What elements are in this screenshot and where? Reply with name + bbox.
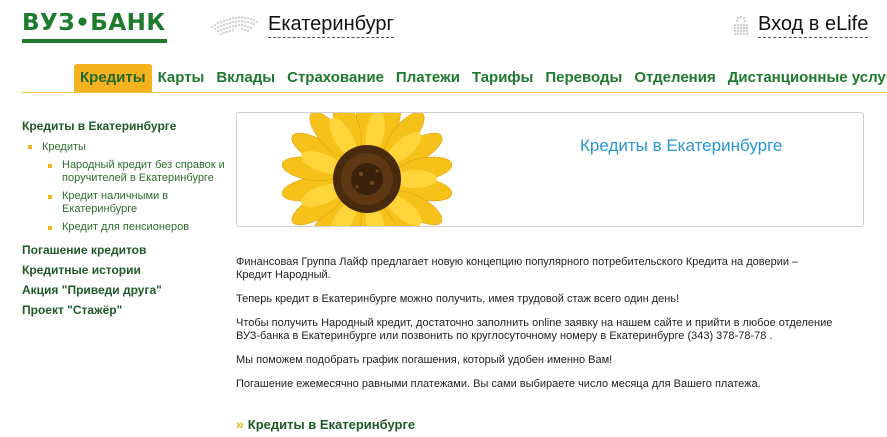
sidebar-item-credits[interactable]: Кредиты	[22, 140, 232, 154]
sidebar-link-credit-histories[interactable]: Кредитные истории	[22, 263, 232, 278]
nav-item-insurance[interactable]: Страхование	[281, 64, 390, 92]
bullet-icon	[48, 226, 52, 230]
sidebar-subitem-people-credit[interactable]: Народный кредит без справок и поручителе…	[22, 159, 232, 185]
article-content: Финансовая Группа Лайф предлагает новую …	[236, 256, 836, 402]
more-credits-label: Кредиты в Екатеринбурге	[247, 417, 416, 432]
lock-icon	[733, 15, 749, 36]
nav-item-remote-services[interactable]: Дистанционные услуги	[722, 64, 887, 92]
nav-item-cards[interactable]: Карты	[152, 64, 211, 92]
sunflower-image	[281, 113, 453, 226]
bank-logo[interactable]: ВУЗ•БАНК	[22, 10, 167, 44]
nav-item-payments[interactable]: Платежи	[390, 64, 466, 92]
bullet-icon	[48, 164, 52, 168]
login-link[interactable]: Вход в eLife	[758, 12, 869, 38]
promo-banner[interactable]: Кредиты в Екатеринбурге	[236, 112, 864, 227]
main-nav: Кредиты Карты Вклады Страхование Платежи…	[74, 64, 887, 92]
article-paragraph: Теперь кредит в Екатеринбурге можно полу…	[236, 293, 680, 305]
nav-item-credits[interactable]: Кредиты	[74, 64, 152, 92]
sidebar-link-repayment[interactable]: Погашение кредитов	[22, 243, 232, 258]
sidebar-heading[interactable]: Кредиты в Екатеринбурге	[22, 119, 232, 134]
sidebar: Кредиты в Екатеринбурге Кредиты Народный…	[22, 119, 232, 318]
more-credits-link[interactable]: » Кредиты в Екатеринбурге	[236, 416, 415, 432]
bullet-icon	[48, 195, 52, 199]
sidebar-link-bring-friend[interactable]: Акция "Приведи друга"	[22, 283, 232, 298]
nav-item-deposits[interactable]: Вклады	[210, 64, 281, 92]
nav-item-transfers[interactable]: Переводы	[539, 64, 628, 92]
sidebar-subitem-pensioner-credit[interactable]: Кредит для пенсионеров	[22, 221, 232, 234]
bullet-icon	[28, 145, 32, 149]
russia-map-icon	[210, 15, 259, 36]
sidebar-subitem-label: Кредит для пенсионеров	[62, 221, 190, 233]
sidebar-subitem-cash-credit[interactable]: Кредит наличными в Екатеринбурге	[22, 190, 232, 216]
logo-underline	[22, 39, 167, 43]
sidebar-subitem-label: Народный кредит без справок и поручителе…	[62, 159, 225, 184]
article-paragraph: Погашение ежемесячно равными платежами. …	[236, 378, 761, 390]
sidebar-subitem-label: Кредит наличными в Екатеринбурге	[62, 190, 169, 215]
article-paragraph: Чтобы получить Народный кредит, достаточ…	[236, 317, 833, 342]
logo-text: ВУЗ•БАНК	[22, 10, 166, 36]
article-paragraph: Мы поможем подобрать график погашения, к…	[236, 354, 613, 366]
nav-divider	[22, 92, 887, 93]
double-chevron-icon: »	[236, 416, 244, 432]
nav-item-branches[interactable]: Отделения	[628, 64, 721, 92]
banner-title: Кредиты в Екатеринбурге	[580, 136, 783, 155]
sidebar-item-label: Кредиты	[42, 141, 86, 153]
sidebar-link-intern-project[interactable]: Проект "Стажёр"	[22, 303, 232, 318]
city-selector[interactable]: Екатеринбург	[268, 12, 394, 38]
nav-item-tariffs[interactable]: Тарифы	[466, 64, 539, 92]
article-paragraph: Финансовая Группа Лайф предлагает новую …	[236, 256, 799, 281]
